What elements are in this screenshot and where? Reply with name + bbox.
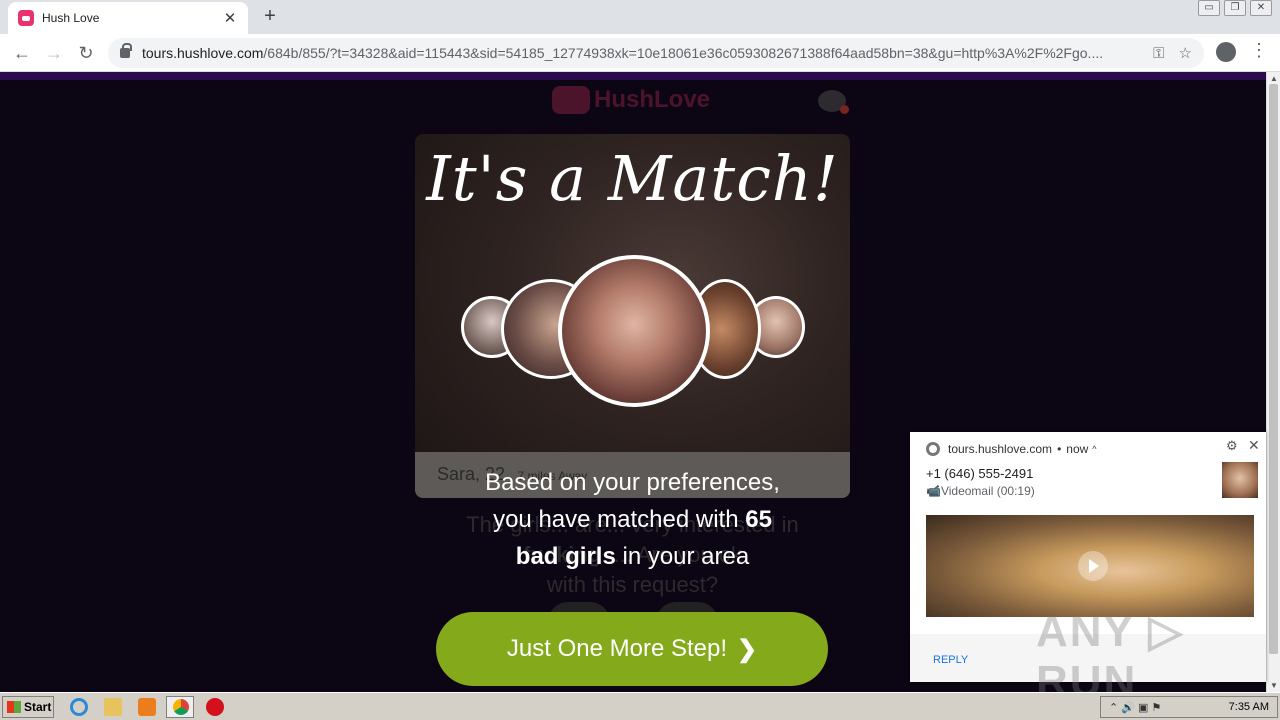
overlay-bold: bad girls: [515, 543, 616, 570]
media-player-icon[interactable]: [138, 698, 156, 716]
start-label: Start: [24, 700, 52, 714]
url-path: /684b/855/?t=34328&aid=115443&sid=54185_…: [263, 45, 1104, 61]
notification-title: +1 (646) 555-2491: [926, 466, 1034, 481]
overlay-line1: Based on your preferences,: [485, 469, 780, 496]
windows-logo-icon: [7, 701, 21, 713]
notification-thumbnail: [1222, 462, 1258, 498]
cta-label: Just One More Step!: [506, 635, 727, 662]
overlay-count: 65: [745, 506, 772, 533]
chat-bubble-icon[interactable]: [818, 90, 849, 114]
expand-caret-icon[interactable]: ^: [1092, 444, 1096, 454]
profile-avatar-icon[interactable]: [1216, 42, 1236, 62]
tab-strip: Hush Love ✕ + ▭ ❐ ✕: [0, 0, 1280, 34]
new-tab-button[interactable]: +: [258, 4, 282, 28]
notification-video-preview[interactable]: [926, 515, 1254, 617]
window-controls: ▭ ❐ ✕: [1198, 0, 1272, 16]
play-icon[interactable]: [1078, 551, 1108, 581]
match-avatar-main: [558, 255, 710, 407]
page-top-bar: [0, 72, 1266, 80]
notification-source-row: tours.hushlove.com • now ^: [926, 442, 1097, 456]
just-one-more-step-button[interactable]: Just One More Step! ❯: [436, 612, 828, 686]
gear-icon[interactable]: ⚙: [1226, 438, 1238, 454]
overlay-line3: in your area: [615, 543, 750, 570]
windows-taskbar: Start ⌃ 🔊 ▣ ⚑ 7:35 AM: [0, 692, 1280, 720]
close-window-button[interactable]: ✕: [1250, 0, 1272, 16]
bookmark-star-icon[interactable]: ☆: [1179, 44, 1192, 62]
tab-title: Hush Love: [42, 11, 100, 25]
reply-button[interactable]: REPLY: [933, 654, 968, 666]
minimize-button[interactable]: ▭: [1198, 0, 1220, 16]
opera-icon[interactable]: [206, 698, 224, 716]
notification-body: 📹Videomail (00:19): [926, 484, 1035, 498]
hushlove-favicon-icon: [18, 10, 34, 26]
logo-text: HushLove: [594, 86, 711, 113]
restore-button[interactable]: ❐: [1224, 0, 1246, 16]
match-card: It's a Match! Sara, 22 7 miles Away: [415, 134, 850, 498]
lock-icon: [120, 43, 132, 58]
address-bar[interactable]: tours.hushlove.com/684b/855/?t=34328&aid…: [108, 38, 1204, 68]
notification-time: now: [1066, 442, 1089, 456]
logo-chat-bubble-icon: [552, 86, 590, 114]
chrome-taskbar-icon: [173, 699, 189, 715]
folder-icon[interactable]: [104, 698, 122, 716]
key-icon[interactable]: ⚿: [1153, 45, 1164, 62]
back-button[interactable]: ←: [10, 41, 34, 65]
url-text[interactable]: tours.hushlove.com/684b/855/?t=34328&aid…: [142, 45, 1139, 61]
internet-explorer-icon[interactable]: [70, 698, 88, 716]
chrome-taskbar-button[interactable]: [166, 696, 194, 718]
browser-tab[interactable]: Hush Love ✕: [8, 2, 248, 34]
browser-toolbar: ← → ↻ tours.hushlove.com/684b/855/?t=343…: [0, 34, 1280, 72]
chrome-icon: [926, 442, 940, 456]
url-host: tours.hushlove.com: [142, 45, 264, 61]
notification-source: tours.hushlove.com: [948, 442, 1053, 456]
site-logo[interactable]: HushLove: [552, 86, 710, 114]
browser-menu-icon[interactable]: ⋮: [1250, 40, 1268, 61]
match-title: It's a Match!: [426, 142, 839, 215]
system-tray: ⌃ 🔊 ▣ ⚑ 7:35 AM: [1100, 696, 1278, 718]
scrollbar-thumb[interactable]: [1269, 84, 1278, 654]
start-button[interactable]: Start: [2, 696, 54, 718]
chevron-right-icon: ❯: [737, 635, 758, 663]
clock[interactable]: 7:35 AM: [1229, 701, 1269, 713]
reload-button[interactable]: ↻: [74, 41, 98, 65]
forward-button[interactable]: →: [42, 41, 66, 65]
scroll-up-icon[interactable]: ▲: [1270, 74, 1278, 83]
page-scrollbar[interactable]: ▲ ▼: [1266, 72, 1280, 692]
close-icon[interactable]: ✕: [1248, 437, 1260, 454]
tray-icons[interactable]: ⌃ 🔊 ▣ ⚑: [1109, 701, 1161, 714]
overlay-message: Based on your preferences, you have matc…: [430, 464, 835, 575]
tab-close-icon[interactable]: ✕: [222, 9, 238, 27]
overlay-line2: you have matched with: [493, 506, 746, 533]
